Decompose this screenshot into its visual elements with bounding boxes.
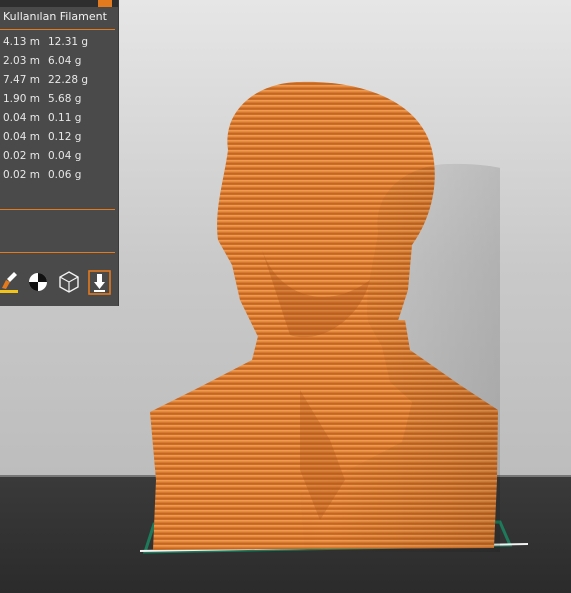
section-divider bbox=[0, 209, 115, 210]
wireframe-button[interactable] bbox=[58, 270, 80, 294]
filament-used-header: Kullanılan Filament bbox=[3, 10, 107, 23]
download-arrow-icon bbox=[88, 270, 111, 295]
seam-tool-button[interactable] bbox=[28, 270, 50, 294]
panel-accent bbox=[98, 0, 112, 7]
filament-length: 7.47 m bbox=[3, 74, 40, 86]
filament-length: 0.02 m bbox=[3, 169, 40, 181]
filament-weight: 22.28 g bbox=[48, 74, 89, 86]
paint-tool-button[interactable] bbox=[0, 270, 22, 294]
filament-length: 1.90 m bbox=[3, 93, 40, 105]
filament-length: 4.13 m bbox=[3, 36, 40, 48]
filament-weight: 5.68 g bbox=[48, 93, 82, 105]
panel-top-bar bbox=[0, 0, 118, 7]
wireframe-cube-icon bbox=[59, 271, 79, 293]
section-divider bbox=[0, 252, 115, 253]
filament-length: 0.02 m bbox=[3, 150, 40, 162]
seam-painting-icon bbox=[29, 273, 47, 291]
paint-brush-icon bbox=[0, 272, 18, 293]
filament-weight: 0.11 g bbox=[48, 112, 82, 124]
filament-length: 2.03 m bbox=[3, 55, 40, 67]
filament-weight: 0.12 g bbox=[48, 131, 82, 143]
filament-length: 0.04 m bbox=[3, 112, 40, 124]
filament-weight: 6.04 g bbox=[48, 55, 82, 67]
filament-weight: 12.31 g bbox=[48, 36, 89, 48]
header-divider bbox=[0, 29, 115, 30]
export-button[interactable] bbox=[88, 270, 111, 295]
filament-usage-panel: Kullanılan Filament 4.13 m 12.31 g 2.03 … bbox=[0, 0, 119, 306]
filament-weight: 0.06 g bbox=[48, 169, 82, 181]
filament-length: 0.04 m bbox=[3, 131, 40, 143]
filament-weight: 0.04 g bbox=[48, 150, 82, 162]
